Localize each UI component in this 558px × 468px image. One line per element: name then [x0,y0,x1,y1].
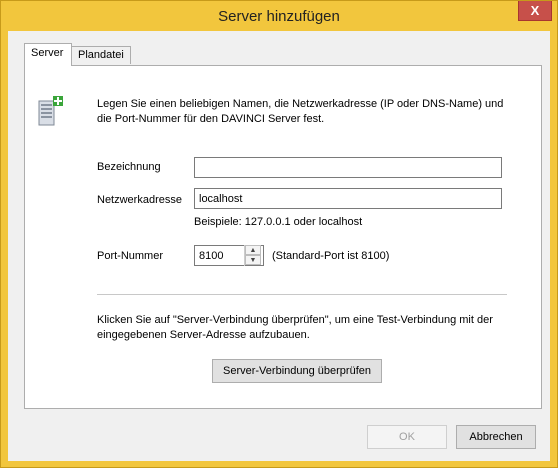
close-button[interactable]: X [518,1,552,21]
name-field[interactable] [194,157,502,178]
window-title: Server hinzufügen [218,8,340,25]
spin-down-icon[interactable]: ▼ [245,255,261,265]
port-hint: (Standard-Port ist 8100) [272,250,390,262]
intro-text: Legen Sie einen beliebigen Namen, die Ne… [97,98,504,125]
check-instructions: Klicken Sie auf "Server-Verbindung überp… [97,314,493,341]
check-connection-button[interactable]: Server-Verbindung überprüfen [212,359,382,383]
address-hint: Beispiele: 127.0.0.1 oder localhost [194,216,363,228]
address-field[interactable] [194,188,502,209]
title-bar[interactable]: Server hinzufügen X [1,1,557,31]
cancel-button[interactable]: Abbrechen [456,425,536,449]
spin-up-icon[interactable]: ▲ [245,245,261,255]
dialog-window: Server hinzufügen X Server Plandatei Leg… [0,0,558,468]
address-label: Netzwerkadresse [97,194,182,206]
close-icon: X [530,3,540,18]
port-label: Port-Nummer [97,250,164,262]
divider [97,294,507,295]
add-server-icon [38,96,63,126]
name-label: Bezeichnung [97,161,161,173]
tab-plandatei[interactable]: Plandatei [71,46,131,64]
ok-button[interactable]: OK [367,425,447,449]
dialog-client-area: Server Plandatei Legen Sie einen beliebi… [8,31,550,461]
tab-server[interactable]: Server [24,43,72,66]
port-stepper[interactable]: ▲ ▼ [244,245,261,266]
